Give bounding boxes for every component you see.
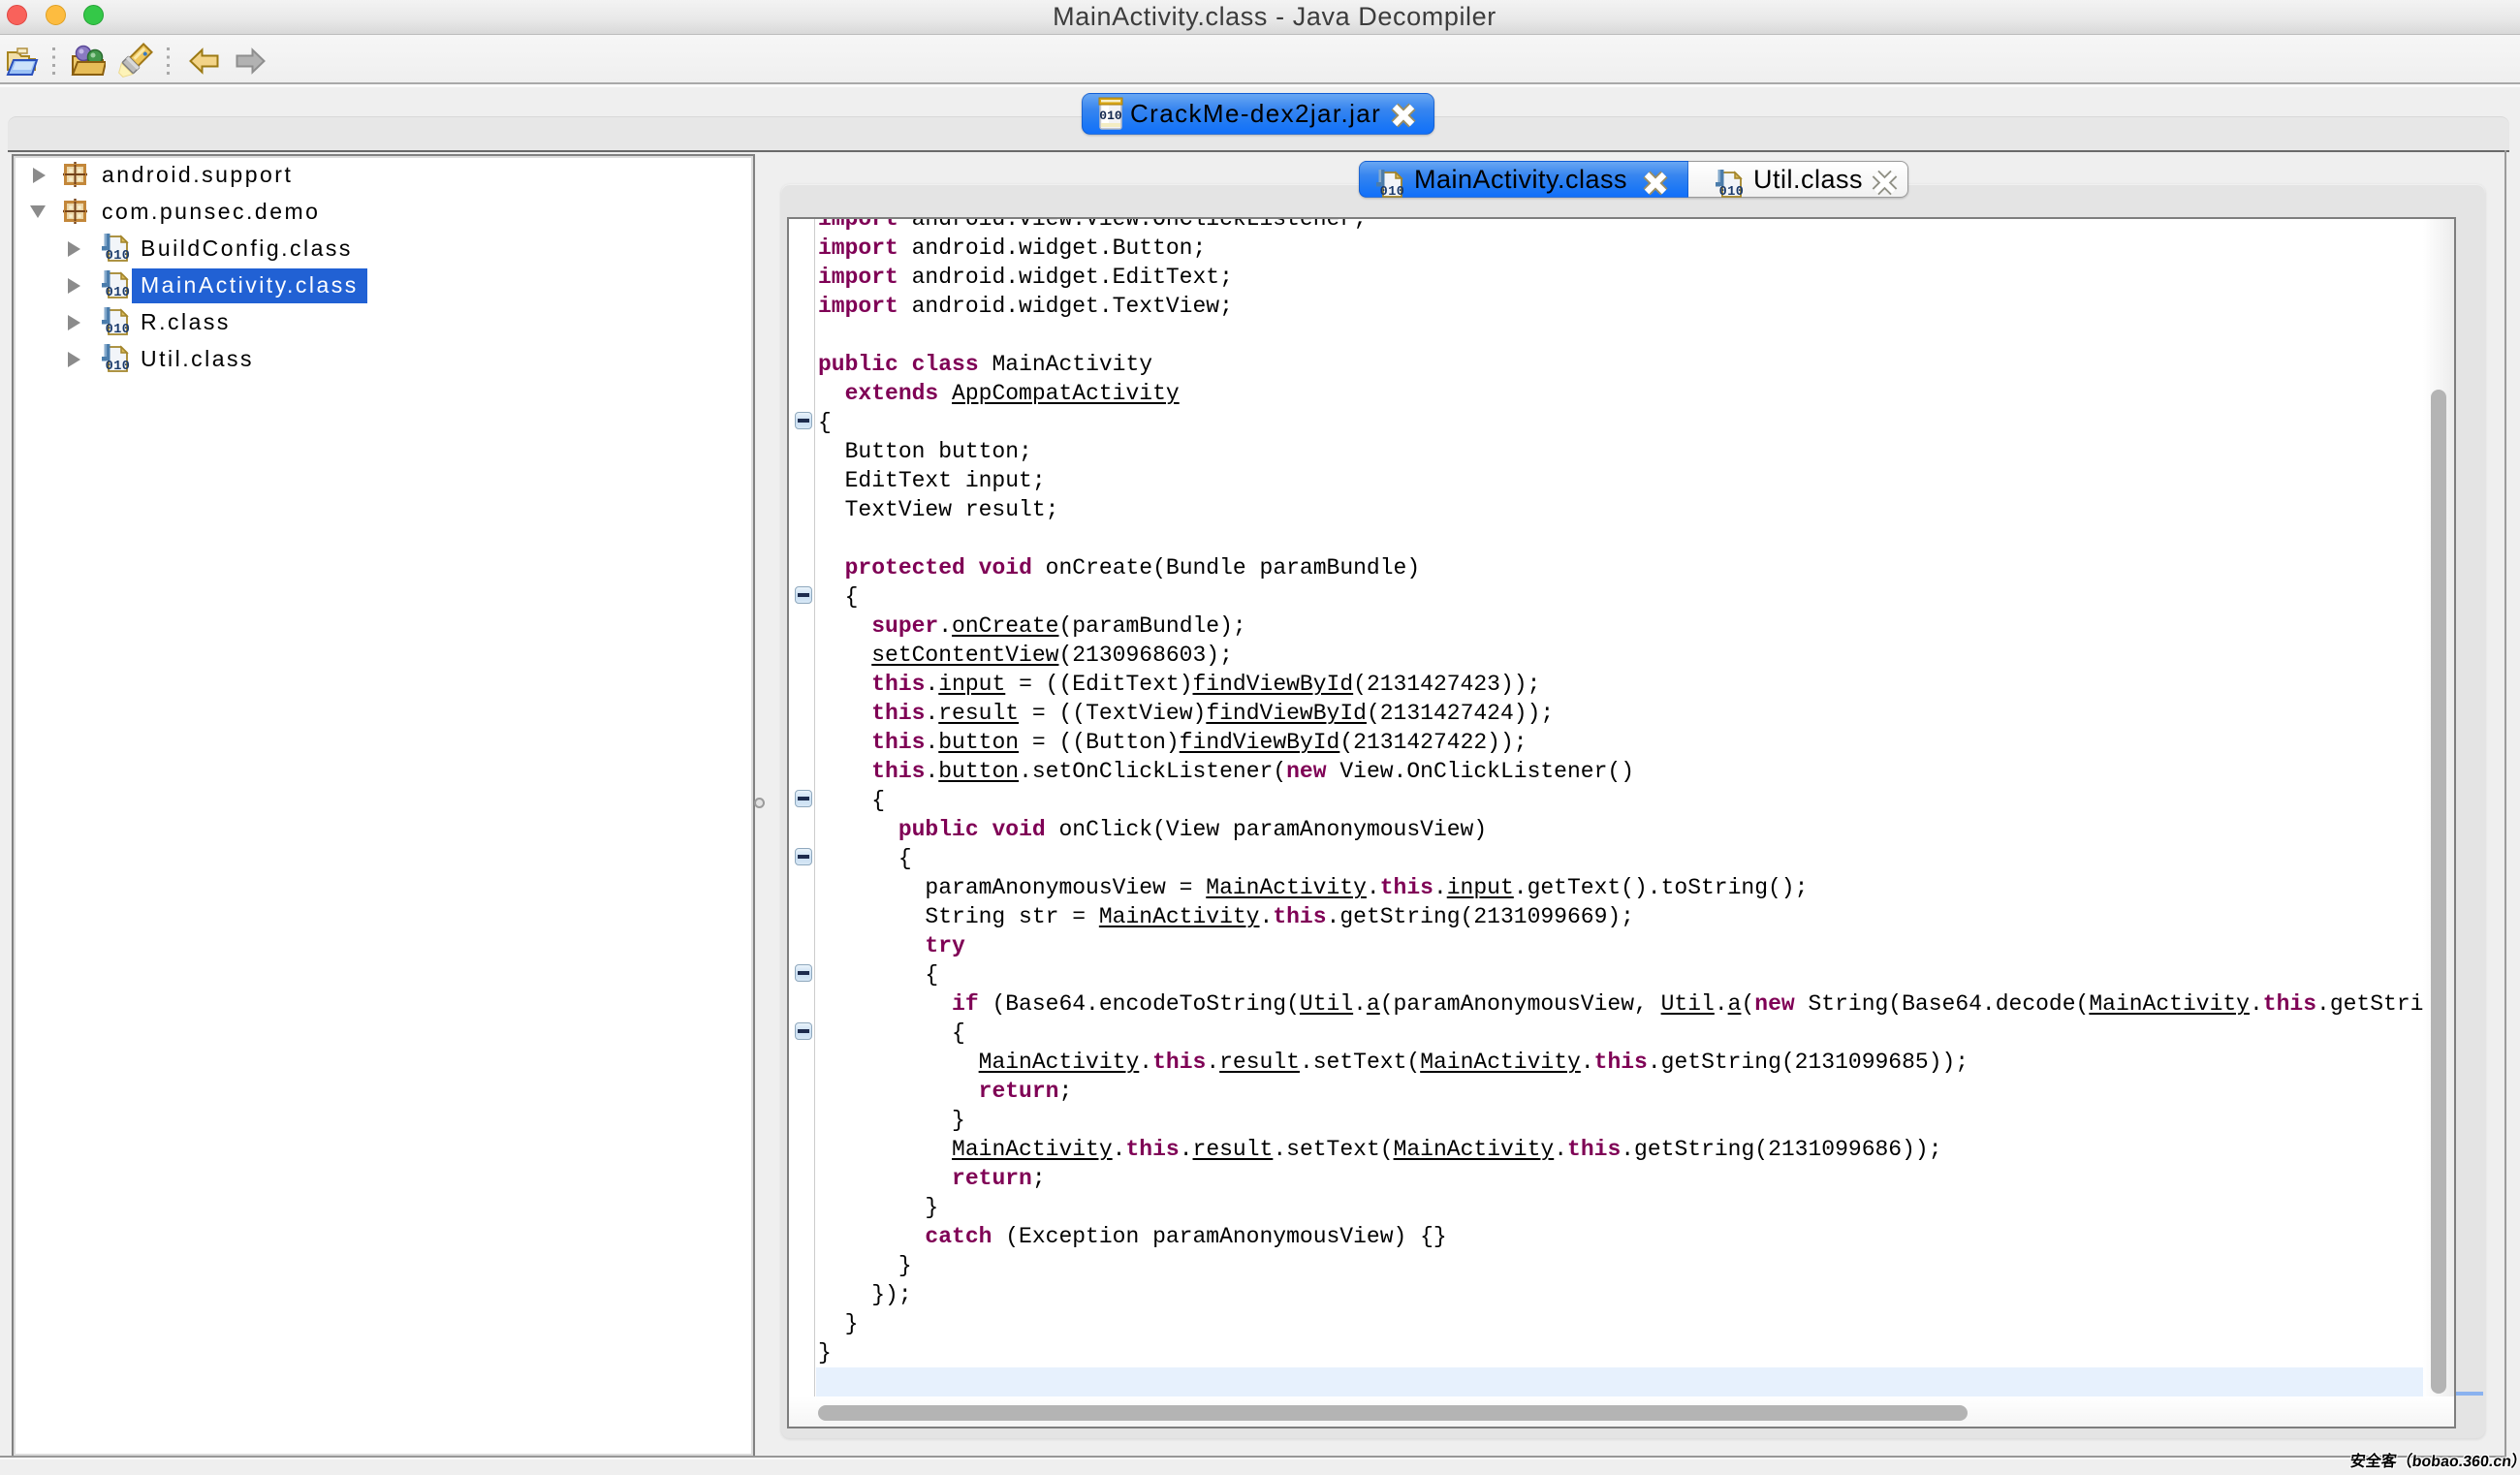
- svg-text:010: 010: [106, 249, 131, 264]
- svg-text:010: 010: [1099, 109, 1122, 123]
- svg-text:010: 010: [106, 286, 131, 300]
- svg-text:010: 010: [106, 360, 131, 374]
- svg-text:010: 010: [1719, 185, 1745, 200]
- svg-text:010: 010: [106, 323, 131, 337]
- svg-text:010: 010: [1380, 185, 1405, 200]
